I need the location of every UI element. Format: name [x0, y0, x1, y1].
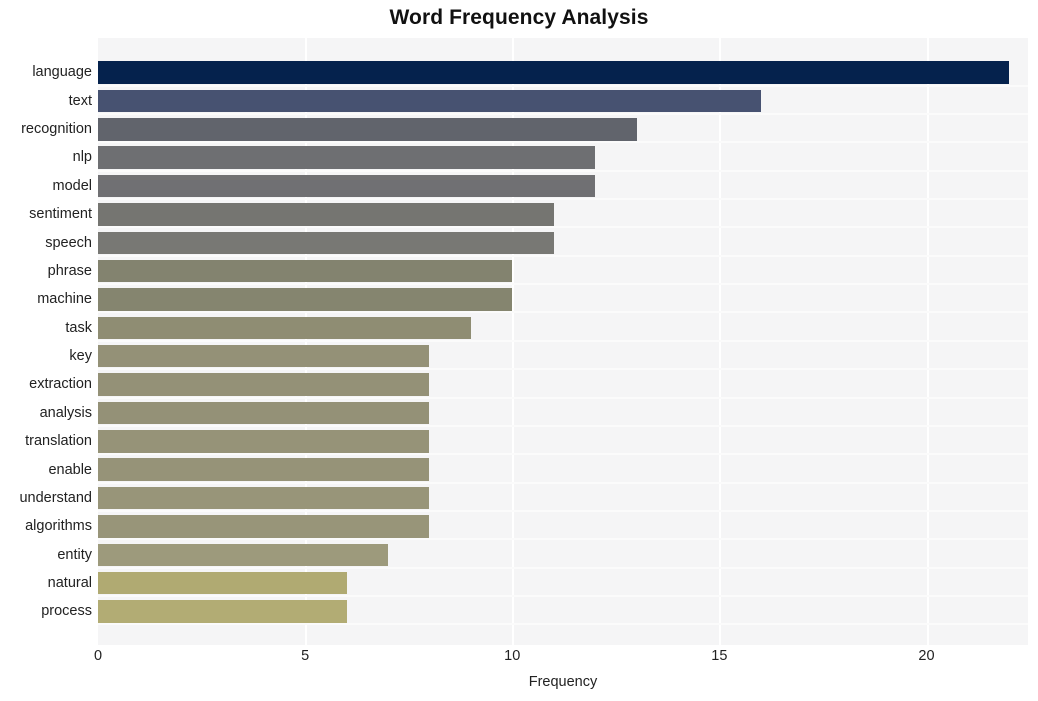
bar — [98, 259, 513, 283]
bar-row — [98, 427, 1028, 455]
y-axis-tick-label: task — [65, 319, 92, 336]
y-axis-tick-label: algorithms — [25, 518, 92, 535]
bar — [98, 543, 388, 566]
bar — [98, 89, 761, 113]
bar — [98, 174, 596, 198]
bar-row — [98, 115, 1028, 143]
plot-area — [98, 38, 1028, 645]
bar — [98, 61, 1010, 84]
bar — [98, 316, 471, 340]
bar-row — [98, 285, 1028, 313]
y-axis-tick-label: key — [69, 348, 92, 365]
bar-row — [98, 597, 1028, 625]
bar — [98, 146, 596, 169]
x-axis-tick-label: 20 — [918, 648, 935, 664]
bar-row — [98, 569, 1028, 597]
bar — [98, 515, 430, 538]
bar-row — [98, 456, 1028, 484]
x-axis-tick-label: 5 — [301, 648, 310, 664]
y-axis-tick-label: translation — [25, 433, 92, 450]
x-axis-label: Frequency — [528, 674, 598, 690]
y-axis-tick-label: nlp — [72, 149, 92, 166]
bar-row — [98, 484, 1028, 512]
y-axis-tick-label: speech — [45, 234, 92, 251]
y-axis-tick-label: model — [52, 177, 93, 194]
bar-row — [98, 541, 1028, 569]
bar-row — [98, 370, 1028, 398]
bar-row — [98, 229, 1028, 257]
bar-row — [98, 144, 1028, 172]
y-axis-tick-label: understand — [19, 489, 92, 506]
bar — [98, 345, 430, 368]
bar-row — [98, 87, 1028, 115]
horizontal-gridline — [98, 623, 1028, 626]
bar-row — [98, 58, 1028, 86]
bar — [98, 373, 430, 396]
bar — [98, 600, 347, 623]
bar-row — [98, 342, 1028, 370]
bar — [98, 571, 347, 595]
bar — [98, 458, 430, 481]
bar — [98, 430, 430, 453]
y-axis-tick-label: enable — [48, 461, 92, 478]
bar-row — [98, 257, 1028, 285]
x-axis-tick-label: 10 — [504, 648, 521, 664]
bar — [98, 118, 637, 141]
x-axis-tick-label: 0 — [93, 648, 103, 664]
bar-row — [98, 314, 1028, 342]
x-axis-tick-label: 15 — [711, 648, 728, 664]
bar — [98, 486, 430, 510]
y-axis-tick-label: phrase — [47, 262, 92, 279]
chart-figure: Word Frequency Analysis language text reco… — [0, 0, 1038, 701]
x-axis-ticks: 0 5 10 15 20 — [0, 648, 1038, 672]
bar — [98, 401, 430, 425]
bar — [98, 231, 554, 254]
y-axis-tick-label: process — [41, 603, 92, 620]
bar-row — [98, 200, 1028, 228]
y-axis-tick-label: extraction — [29, 376, 92, 393]
chart-title: Word Frequency Analysis — [389, 6, 649, 29]
y-axis-labels: language text recognition nlp model sentiment… — [0, 38, 92, 645]
bar — [98, 203, 554, 226]
bar-row — [98, 399, 1028, 427]
y-axis-tick-label: text — [68, 92, 92, 109]
y-axis-tick-label: sentiment — [29, 206, 92, 223]
bar-row — [98, 512, 1028, 540]
y-axis-tick-label: machine — [37, 291, 92, 308]
y-axis-tick-label: entity — [57, 546, 92, 563]
bar-row — [98, 172, 1028, 200]
y-axis-tick-label: natural — [47, 574, 92, 591]
y-axis-tick-label: analysis — [39, 404, 92, 421]
y-axis-tick-label: recognition — [21, 121, 92, 138]
y-axis-tick-label: language — [32, 64, 92, 81]
bar — [98, 288, 513, 311]
